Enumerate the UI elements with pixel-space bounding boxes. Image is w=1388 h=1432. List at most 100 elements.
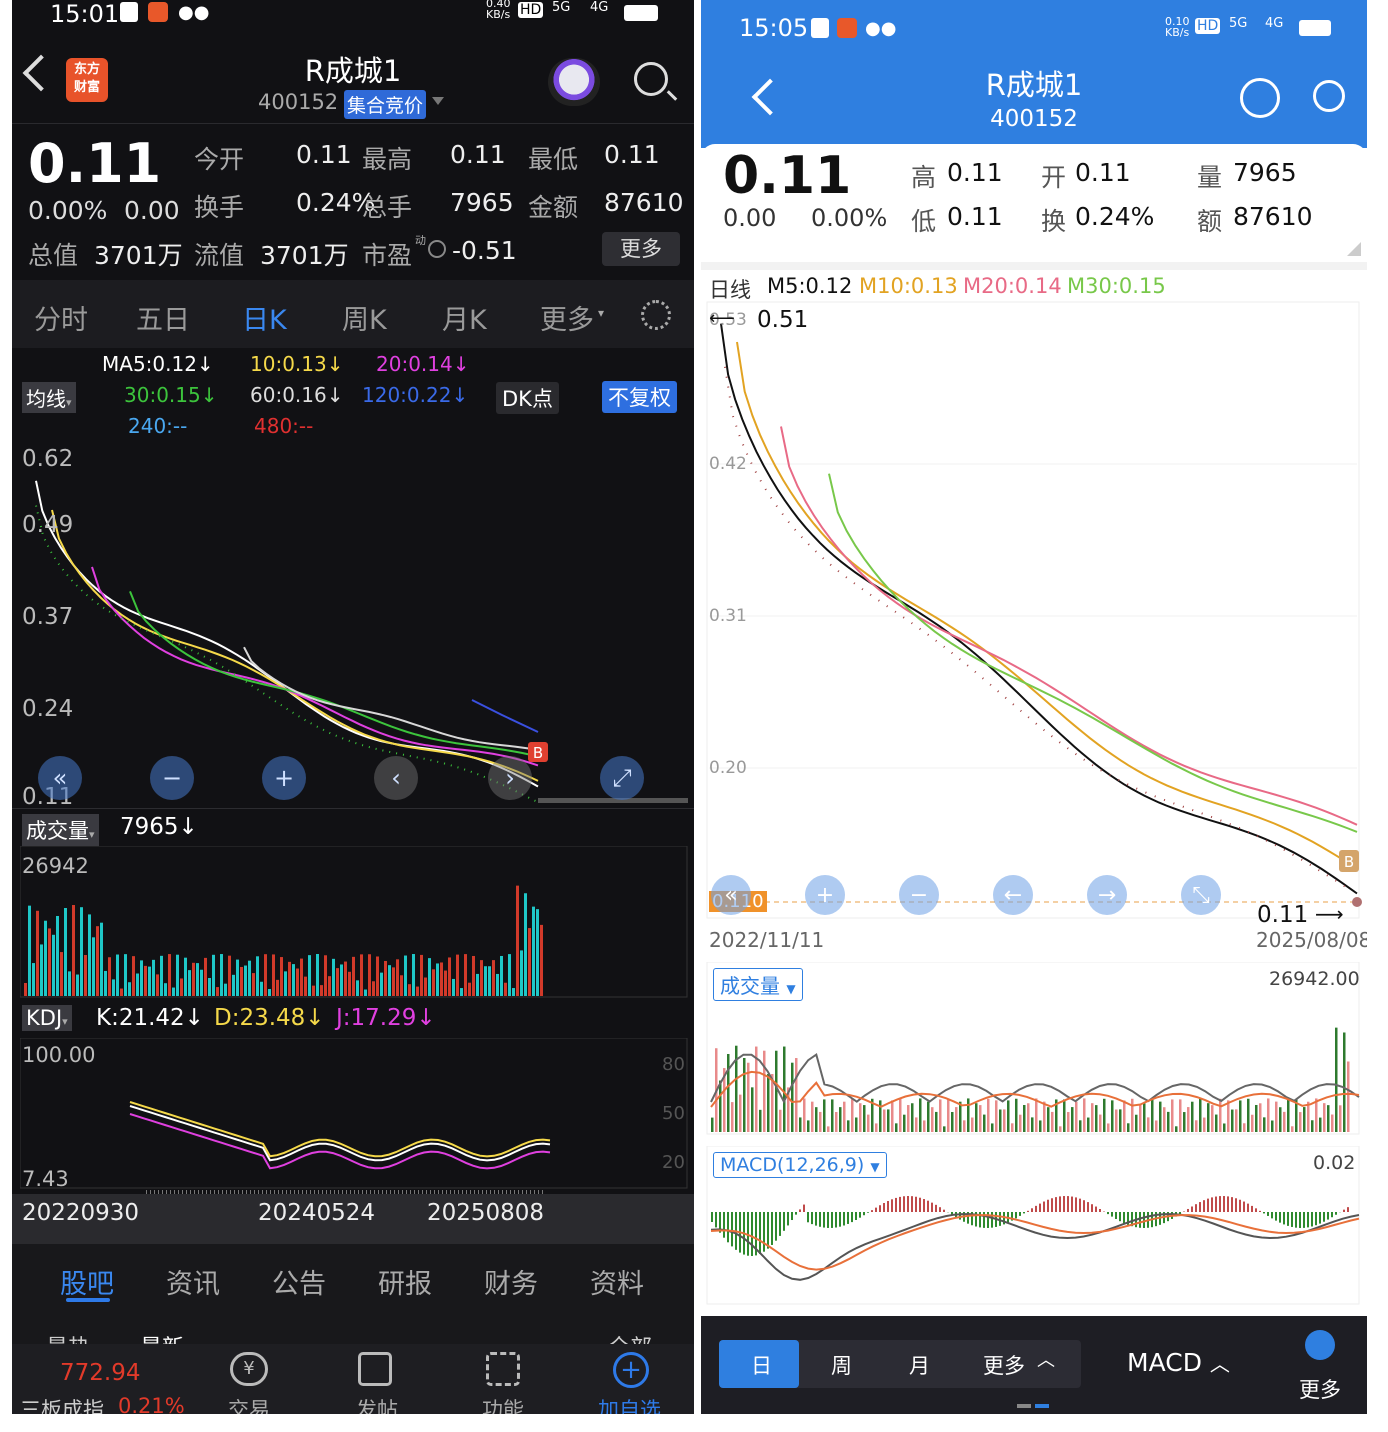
volume-bar (1127, 1123, 1130, 1132)
more-button[interactable]: 更多 (602, 232, 680, 266)
volume-bar (436, 963, 439, 996)
volume-bar (1111, 1100, 1114, 1132)
change-value: 0.00 (723, 204, 777, 232)
volume-bar (432, 969, 435, 996)
period-tab-3[interactable]: 更多 (983, 1350, 1025, 1380)
volume-bar (907, 1105, 910, 1132)
tab-1[interactable]: 五日 (136, 298, 190, 337)
footer-item-3[interactable]: 加自选 (598, 1394, 661, 1414)
kdj-lines (129, 1101, 551, 1170)
macd-bar (847, 1212, 849, 1224)
dk-point-button[interactable]: DK点 (496, 382, 559, 414)
pan-left-icon[interactable]: ‹ (374, 756, 418, 800)
tab-0[interactable]: 分时 (34, 298, 88, 337)
volume-bar (428, 958, 431, 996)
assistant-icon[interactable] (1240, 78, 1280, 118)
kline-chart[interactable]: B (701, 300, 1367, 920)
macd-bar (939, 1207, 941, 1212)
macd-bar (1075, 1197, 1077, 1212)
robot-assistant-icon[interactable] (548, 58, 600, 106)
macd-select[interactable]: MACD(12,26,9) ▼ (713, 1152, 887, 1178)
volume-bar (416, 986, 419, 996)
search-icon[interactable] (634, 62, 668, 96)
tab-3[interactable]: 周K (342, 298, 387, 337)
sort-hot[interactable]: 最热 (46, 1330, 90, 1344)
expand-corner-icon[interactable] (1347, 242, 1361, 256)
content-tab-2[interactable]: 公告 (272, 1262, 326, 1301)
ma-type-select[interactable]: 均线▾ (22, 382, 76, 413)
volume-bar (444, 970, 447, 996)
pan-right-icon[interactable]: → (1087, 875, 1127, 915)
footer-item-0[interactable]: 交易 (228, 1394, 270, 1414)
period-tab-1[interactable]: 周 (831, 1350, 852, 1380)
indicator-select[interactable]: MACD ︿ (1127, 1348, 1230, 1377)
post-icon[interactable] (358, 1352, 392, 1386)
volume-bar (248, 960, 251, 996)
content-tab-0[interactable]: 股吧 (60, 1262, 114, 1301)
scroll-bar[interactable] (538, 798, 688, 803)
content-tab-5[interactable]: 资料 (590, 1262, 644, 1301)
sort-all[interactable]: 全部 (608, 1330, 652, 1344)
signal-4g: 4G (590, 0, 609, 15)
kdj-select[interactable]: KDJ▾ (22, 1005, 72, 1031)
page-dot (1017, 1404, 1031, 1408)
volume-bar (1035, 1098, 1038, 1132)
zoom-out-icon[interactable]: − (150, 756, 194, 800)
footer-item-1[interactable]: 发帖 (356, 1394, 398, 1414)
dropdown-caret-icon[interactable] (432, 97, 444, 105)
add-watchlist-icon[interactable]: + (613, 1352, 649, 1388)
more-dot-icon[interactable] (1305, 1330, 1335, 1360)
volume-bar (1167, 1111, 1170, 1132)
change-pct: 0.00% (28, 196, 108, 225)
footer-item-2[interactable]: 功能 (482, 1394, 524, 1414)
volume-bar (743, 1057, 746, 1132)
volume-bar (1235, 1109, 1238, 1132)
tab-5[interactable]: 更多 (540, 298, 594, 337)
caret-icon: ▾ (89, 828, 95, 841)
zoom-out-icon[interactable]: − (899, 875, 939, 915)
more-button[interactable]: 更多 (1299, 1374, 1341, 1404)
macd-bar (1139, 1212, 1141, 1228)
info-icon[interactable] (428, 240, 446, 258)
volume-bar (711, 1117, 714, 1132)
period-tab-2[interactable]: 月 (909, 1350, 930, 1380)
macd-bar (1119, 1212, 1121, 1222)
no-adjust-button[interactable]: 不复权 (602, 381, 677, 413)
settings-gear-icon[interactable] (641, 300, 671, 330)
sim-icon (811, 18, 829, 38)
ma5-line (35, 480, 539, 788)
buy-signal-letter: B (1344, 853, 1354, 871)
volume-bar (967, 1098, 970, 1132)
volume-bar (911, 1103, 914, 1132)
zoom-in-icon[interactable]: + (805, 875, 845, 915)
fullscreen-icon[interactable]: ⤢ (600, 756, 644, 800)
pan-right-icon[interactable]: › (488, 756, 532, 800)
volume-bar (224, 983, 227, 996)
kline-chart[interactable]: B (12, 440, 694, 810)
volume-select[interactable]: 成交量▾ (22, 814, 99, 846)
scroll-left-icon[interactable]: « (38, 756, 82, 800)
volume-bar (296, 968, 299, 996)
trade-icon[interactable]: ¥ (230, 1352, 268, 1386)
search-icon[interactable] (1313, 80, 1345, 112)
macd-bar (1219, 1196, 1221, 1212)
content-tab-1[interactable]: 资讯 (166, 1262, 220, 1301)
volume-bar (1119, 1109, 1122, 1132)
volume-select[interactable]: 成交量 ▼ (713, 968, 803, 1001)
index-name[interactable]: 三板成指 (20, 1394, 104, 1414)
fullscreen-icon[interactable]: ⤡ (1181, 875, 1221, 915)
volume-bar (1283, 1111, 1286, 1132)
period-tab-0[interactable]: 日 (751, 1350, 772, 1380)
macd-bar (1083, 1200, 1085, 1212)
axis-label: 0.24 (22, 696, 74, 722)
pan-left-icon[interactable]: ← (993, 875, 1033, 915)
zoom-in-icon[interactable]: + (262, 756, 306, 800)
function-grid-icon[interactable] (486, 1352, 520, 1386)
content-tab-3[interactable]: 研报 (378, 1262, 432, 1301)
tab-2[interactable]: 日K (242, 298, 287, 337)
tab-4[interactable]: 月K (442, 298, 487, 337)
volume-bar (899, 1098, 902, 1132)
scroll-left-icon[interactable]: « (711, 875, 751, 915)
sort-new[interactable]: 最新 (140, 1330, 184, 1344)
content-tab-4[interactable]: 财务 (484, 1262, 538, 1301)
